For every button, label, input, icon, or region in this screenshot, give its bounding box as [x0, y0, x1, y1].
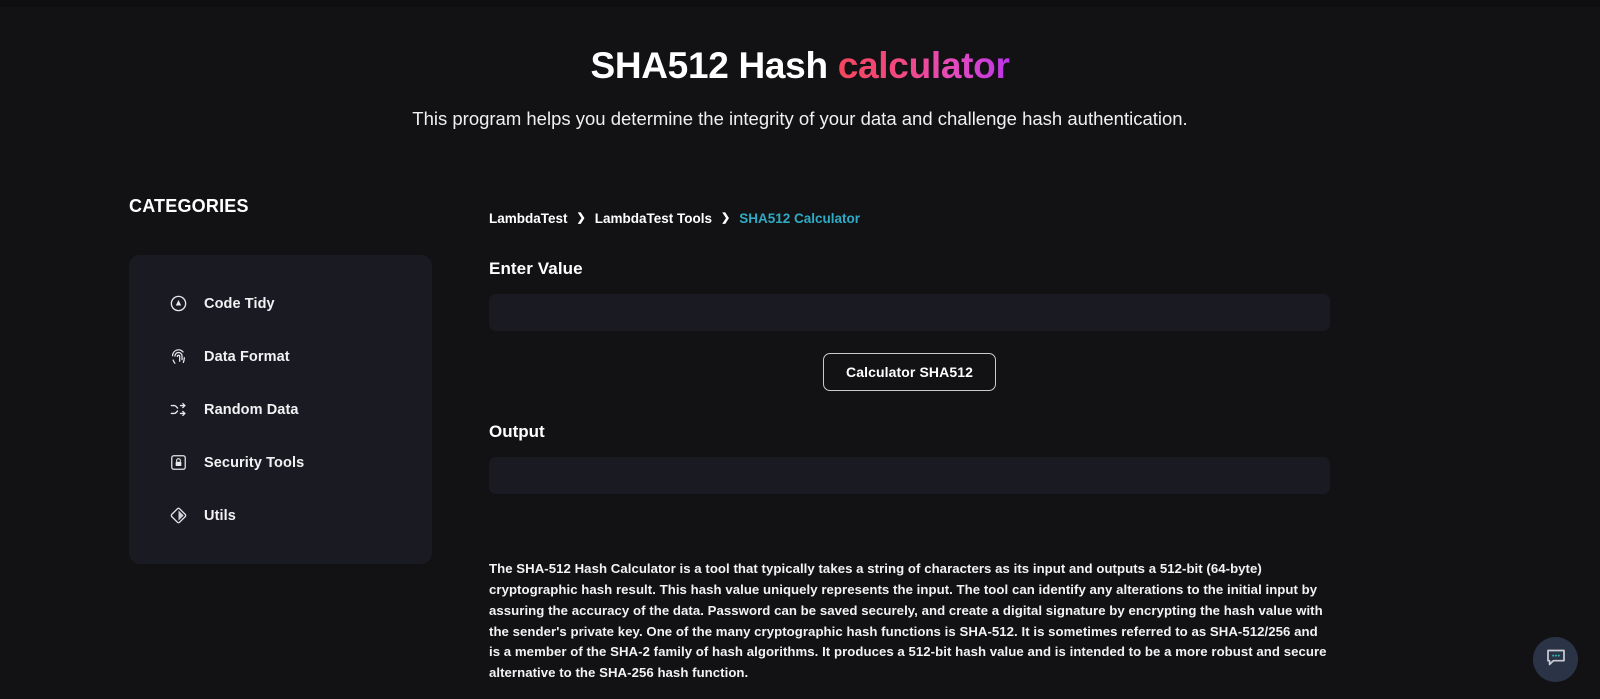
button-row: Calculator SHA512 [489, 353, 1330, 391]
categories-sidebar: CATEGORIES Code Tidy Data Format Random … [129, 196, 432, 564]
categories-heading: CATEGORIES [129, 196, 249, 216]
gem-icon [169, 506, 188, 525]
categories-card: Code Tidy Data Format Random Data Securi… [129, 255, 432, 564]
chevron-right-icon: ❯ [721, 212, 731, 224]
page-title-accent: calculator [837, 45, 1010, 86]
description-paragraph: The SHA-512 Hash Calculator is a tool th… [489, 561, 1327, 681]
page-title-main: SHA512 Hash [590, 45, 838, 86]
sidebar-item-label: Code Tidy [204, 295, 275, 312]
main-content: LambdaTest ❯ LambdaTest Tools ❯ SHA512 C… [489, 196, 1330, 699]
sidebar-item-label: Random Data [204, 401, 299, 418]
shuffle-icon [169, 400, 188, 419]
page-subtitle: This program helps you determine the int… [412, 107, 1188, 129]
chat-bubble-icon [1544, 645, 1568, 674]
calculate-sha512-button[interactable]: Calculator SHA512 [823, 353, 996, 391]
output-field[interactable] [489, 457, 1330, 494]
breadcrumb-item-current: SHA512 Calculator [739, 211, 861, 226]
sidebar-item-security-tools[interactable]: Security Tools [129, 444, 432, 481]
enter-value-input[interactable] [489, 294, 1330, 331]
sidebar-item-random-data[interactable]: Random Data [129, 391, 432, 428]
chat-widget-button[interactable] [1533, 637, 1578, 682]
chevron-right-icon: ❯ [576, 212, 586, 224]
breadcrumb-item-lambdatest[interactable]: LambdaTest [489, 211, 568, 226]
hero-section: SHA512 Hash calculator This program help… [0, 0, 1600, 131]
enter-value-label: Enter Value [489, 259, 583, 278]
output-label: Output [489, 422, 545, 441]
lock-icon [169, 453, 188, 472]
fingerprint-icon [169, 347, 188, 366]
sidebar-item-data-format[interactable]: Data Format [129, 338, 432, 375]
code-tidy-icon [169, 294, 188, 313]
sidebar-item-code-tidy[interactable]: Code Tidy [129, 285, 432, 322]
breadcrumb-item-lambdatest-tools[interactable]: LambdaTest Tools [595, 211, 712, 226]
page-title: SHA512 Hash calculator [0, 44, 1600, 88]
sidebar-item-label: Data Format [204, 348, 290, 365]
breadcrumb: LambdaTest ❯ LambdaTest Tools ❯ SHA512 C… [489, 196, 1330, 226]
sidebar-item-label: Security Tools [204, 454, 305, 471]
sidebar-item-label: Utils [204, 507, 236, 524]
sidebar-item-utils[interactable]: Utils [129, 497, 432, 534]
